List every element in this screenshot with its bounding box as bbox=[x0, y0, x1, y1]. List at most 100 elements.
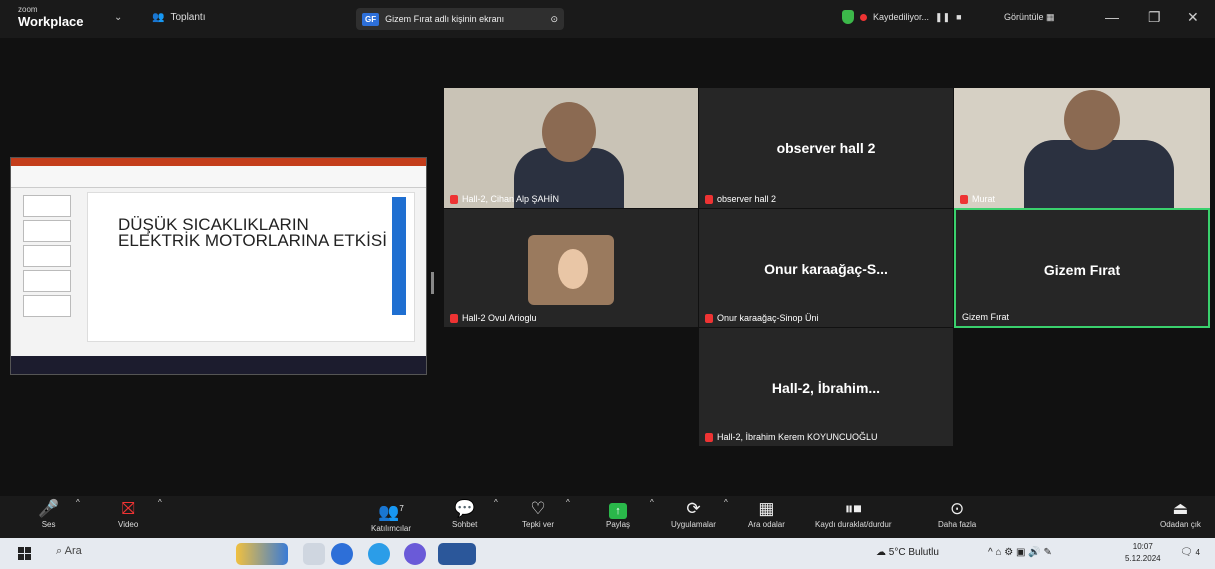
widgets-icon[interactable] bbox=[236, 543, 288, 565]
current-slide: DÜŞÜK SICAKLIKLARIN ELEKTRİK MOTORLARINA… bbox=[87, 192, 415, 342]
share-indicator[interactable]: GF Gizem Fırat adlı kişinin ekranı ⊙ bbox=[356, 8, 564, 30]
share-button[interactable]: ↑ Paylaş bbox=[606, 498, 630, 529]
mic-muted-icon bbox=[705, 432, 713, 442]
slide-thumbnail bbox=[23, 195, 71, 217]
share-label: Paylaş bbox=[606, 520, 631, 529]
meeting-label: Toplantı bbox=[170, 12, 206, 23]
chevron-down-icon[interactable]: ⌄ bbox=[114, 12, 122, 23]
sharer-initials: GF bbox=[362, 12, 380, 26]
close-icon[interactable]: ✕ bbox=[1187, 9, 1199, 26]
more-label: Daha fazla bbox=[938, 520, 977, 529]
participant-display-name: Gizem Fırat bbox=[1043, 262, 1121, 278]
share-options-caret[interactable]: ^ bbox=[650, 498, 654, 507]
share-text: Gizem Fırat adlı kişinin ekranı bbox=[385, 14, 505, 24]
ppt-title-bar bbox=[11, 158, 426, 166]
mic-muted-icon bbox=[450, 313, 458, 323]
slide-thumbnail bbox=[23, 295, 71, 317]
app-icon[interactable] bbox=[404, 543, 426, 565]
word-icon[interactable] bbox=[438, 543, 476, 565]
recording-text: Kaydediliyor... bbox=[873, 12, 930, 22]
react-label: Tepki ver bbox=[522, 520, 555, 529]
participant-tile-ovul[interactable]: Hall-2 Ovul Arioglu bbox=[444, 209, 698, 327]
brand-name: Workplace bbox=[18, 14, 84, 29]
avatar-face bbox=[558, 249, 588, 289]
zoom-app-icon[interactable] bbox=[331, 543, 353, 565]
mic-muted-icon: 🎤 bbox=[38, 499, 60, 518]
pause-icon[interactable]: ❚❚ bbox=[935, 12, 950, 23]
video-button[interactable]: ⛝ Video bbox=[118, 498, 138, 529]
video-off-icon: ⛝ bbox=[121, 499, 135, 518]
weather-widget[interactable]: ☁ 5°C Bulutlu bbox=[876, 547, 939, 558]
more-options-icon[interactable]: ⊙ bbox=[550, 14, 558, 25]
participant-name: observer hall 2 bbox=[705, 194, 776, 204]
mic-muted-icon bbox=[705, 313, 713, 323]
tray-chevron-icon[interactable]: ^ bbox=[988, 547, 993, 558]
notification-icon: 🗨 bbox=[1180, 547, 1193, 558]
notifications-button[interactable]: 🗨 4 bbox=[1180, 547, 1200, 558]
recording-status[interactable]: Kaydediliyor... ❚❚ ■ bbox=[842, 10, 962, 24]
tray-icons: ⌂ ⚙ ▣ 🔊 ✎ bbox=[995, 547, 1052, 558]
participant-tile-observer[interactable]: observer hall 2 observer hall 2 bbox=[699, 88, 953, 208]
participant-name: Gizem Fırat bbox=[962, 312, 1010, 322]
clock-date: 5.12.2024 bbox=[1125, 554, 1161, 563]
participants-icon: 👥7 bbox=[378, 502, 404, 522]
more-button[interactable]: ⊙ Daha fazla bbox=[938, 498, 976, 529]
remote-taskbar bbox=[11, 356, 426, 374]
view-button[interactable]: Görüntüle ▦ bbox=[1004, 12, 1055, 23]
participant-tile-onur[interactable]: Onur karaağaç-S... Onur karaağaç-Sinop Ü… bbox=[699, 209, 953, 327]
react-button[interactable]: ♡ Tepki ver bbox=[522, 498, 554, 529]
breakout-label: Ara odalar bbox=[748, 520, 785, 529]
search-icon: ⌕ bbox=[56, 545, 63, 557]
system-tray[interactable]: ^ ⌂ ⚙ ▣ 🔊 ✎ bbox=[988, 547, 1052, 558]
participants-label: Katılımcılar bbox=[371, 523, 412, 533]
grid-icon: ▦ bbox=[1046, 12, 1055, 22]
windows-start-icon[interactable] bbox=[18, 547, 31, 560]
react-options-caret[interactable]: ^ bbox=[566, 498, 570, 507]
split-handle[interactable] bbox=[431, 272, 434, 294]
audio-options-caret[interactable]: ^ bbox=[76, 498, 80, 507]
more-icon: ⊙ bbox=[950, 499, 965, 518]
chat-button[interactable]: 💬 Sohbet bbox=[452, 498, 477, 529]
breakout-icon: ▦ bbox=[758, 499, 775, 518]
mic-muted-icon bbox=[960, 194, 968, 204]
chat-icon: 💬 bbox=[454, 499, 476, 518]
breakout-button[interactable]: ▦ Ara odalar bbox=[748, 498, 785, 529]
participant-tile-murat[interactable]: Murat bbox=[954, 88, 1210, 208]
participant-name: Onur karaağaç-Sinop Üni bbox=[705, 313, 819, 323]
participant-display-name: observer hall 2 bbox=[776, 140, 876, 156]
clock-time: 10:07 bbox=[1132, 542, 1153, 551]
leave-icon: ⏏ bbox=[1172, 499, 1189, 518]
mic-muted-icon bbox=[450, 194, 458, 204]
share-icon: ↑ bbox=[606, 498, 630, 520]
participant-tile-cihan[interactable]: Hall-2, Cihan Alp ŞAHİN bbox=[444, 88, 698, 208]
meeting-menu[interactable]: 👥 Toplantı bbox=[152, 12, 205, 23]
title-bar: zoom Workplace ⌄ 👥 Toplantı GF Gizem Fır… bbox=[0, 0, 1215, 38]
chat-options-caret[interactable]: ^ bbox=[494, 498, 498, 507]
pause-stop-icon: ⏸⏹ bbox=[844, 499, 862, 518]
slide-thumbnail bbox=[23, 245, 71, 267]
minimize-icon[interactable]: — bbox=[1105, 9, 1119, 25]
audio-label: Ses bbox=[41, 520, 56, 529]
participant-tile-ibrahim[interactable]: Hall-2, İbrahim... Hall-2, İbrahim Kerem… bbox=[699, 328, 953, 446]
audio-button[interactable]: 🎤 Ses bbox=[38, 498, 59, 529]
taskbar-search[interactable]: ⌕ Ara bbox=[56, 545, 82, 558]
clock[interactable]: 10:07 5.12.2024 bbox=[1125, 541, 1161, 565]
record-controls-button[interactable]: ⏸⏹ Kaydı duraklat/durdur bbox=[815, 498, 892, 529]
react-icon: ♡ bbox=[530, 499, 546, 518]
apps-button[interactable]: ⟳ Uygulamalar bbox=[671, 498, 716, 529]
zoom-logo: zoom Workplace bbox=[18, 6, 84, 30]
video-options-caret[interactable]: ^ bbox=[158, 498, 162, 507]
weather-text: 5°C Bulutlu bbox=[888, 547, 939, 558]
edge-icon[interactable] bbox=[368, 543, 390, 565]
meeting-icon: 👥 bbox=[152, 12, 165, 23]
participant-tile-gizem[interactable]: Gizem Fırat Gizem Fırat bbox=[954, 208, 1210, 328]
record-dot-icon bbox=[860, 13, 867, 21]
restore-icon[interactable]: ❐ bbox=[1148, 9, 1161, 26]
task-view-icon[interactable] bbox=[303, 543, 325, 565]
shared-screen[interactable]: DÜŞÜK SICAKLIKLARIN ELEKTRİK MOTORLARINA… bbox=[10, 157, 427, 375]
leave-button[interactable]: ⏏ Odadan çık bbox=[1160, 498, 1201, 529]
apps-options-caret[interactable]: ^ bbox=[724, 498, 728, 507]
slide-thumbnails bbox=[15, 192, 75, 342]
stop-icon[interactable]: ■ bbox=[956, 12, 961, 22]
participants-button[interactable]: 👥7 Katılımcılar bbox=[371, 498, 411, 533]
